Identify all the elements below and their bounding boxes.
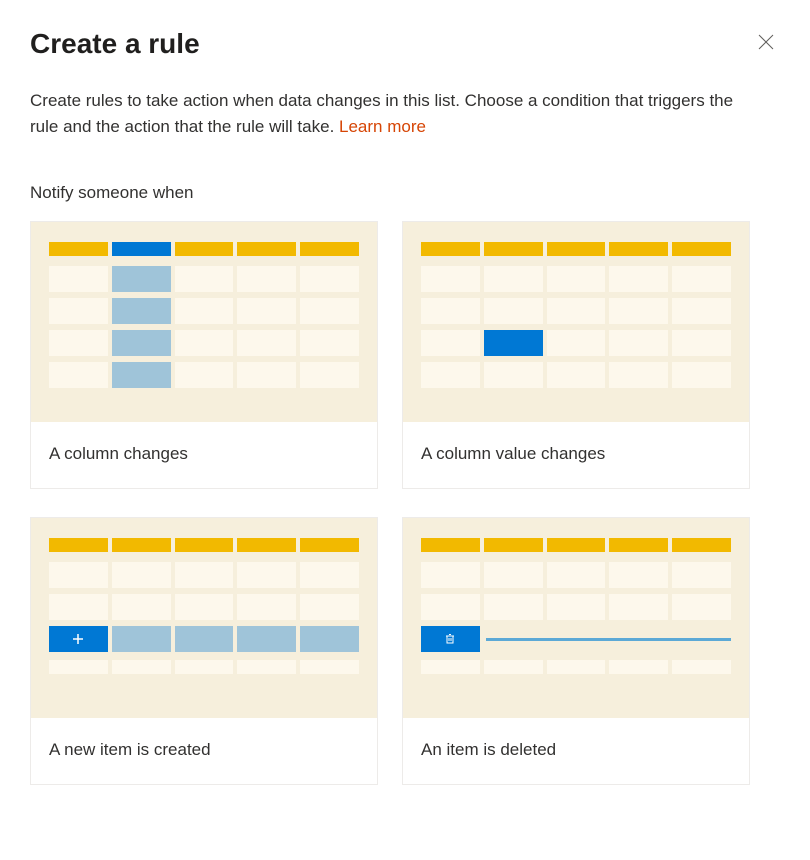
card-label: A column value changes (403, 422, 749, 488)
dialog-description: Create rules to take action when data ch… (30, 88, 750, 139)
close-button[interactable] (752, 30, 780, 58)
close-icon (758, 34, 774, 55)
rule-cards-grid: A column changes A column value changes (30, 221, 750, 785)
dialog-title: Create a rule (30, 28, 200, 60)
trash-icon (421, 626, 480, 652)
card-item-deleted[interactable]: An item is deleted (402, 517, 750, 785)
card-label: A new item is created (31, 718, 377, 784)
plus-icon (49, 626, 108, 652)
illustration-column-value-changes (403, 222, 749, 422)
learn-more-link[interactable]: Learn more (339, 117, 426, 136)
illustration-column-changes (31, 222, 377, 422)
card-column-changes[interactable]: A column changes (30, 221, 378, 489)
card-label: A column changes (31, 422, 377, 488)
illustration-item-deleted (403, 518, 749, 718)
card-new-item-created[interactable]: A new item is created (30, 517, 378, 785)
card-label: An item is deleted (403, 718, 749, 784)
card-column-value-changes[interactable]: A column value changes (402, 221, 750, 489)
section-heading: Notify someone when (30, 183, 780, 203)
illustration-new-item (31, 518, 377, 718)
